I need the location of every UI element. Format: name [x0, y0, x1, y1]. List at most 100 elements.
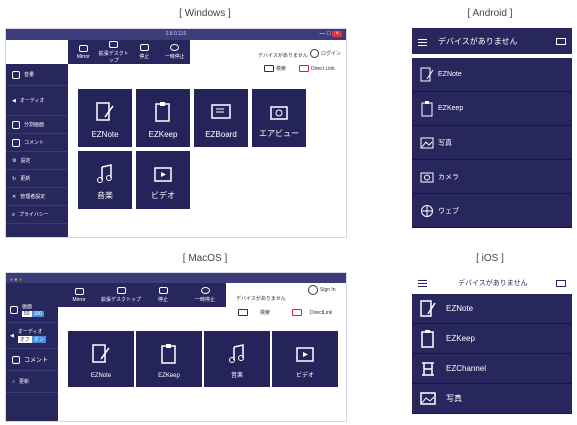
macos-toolbar: Mirror 拡張デスクトップ 停止 一時停止	[58, 283, 226, 307]
sidebar-item-update[interactable]: ○ 更新	[6, 371, 58, 393]
android-app-window: デバイスがありません EZNote EZKeep 写真 カメラ ウェブ	[412, 28, 572, 234]
list-item-label: EZKeep	[446, 334, 475, 343]
menu-icon[interactable]	[418, 37, 427, 48]
tile-music[interactable]: 音楽	[204, 331, 270, 387]
close-button[interactable]: ×	[332, 31, 342, 37]
sidebar-label: 設定	[20, 158, 31, 164]
list-item-label: 写真	[446, 394, 462, 403]
sidebar-item-volume[interactable]: 音量	[6, 64, 68, 86]
comment-icon	[12, 138, 20, 147]
volume-toggle[interactable]: 50 100	[22, 310, 44, 317]
video-icon	[154, 167, 172, 182]
pause-icon	[170, 44, 180, 51]
stop-button[interactable]: 停止	[142, 283, 184, 307]
search-button[interactable]: 検索	[264, 65, 286, 72]
tile-video[interactable]: ビデオ	[136, 151, 190, 209]
audio-toggle[interactable]: オフ オン	[17, 336, 46, 343]
toggle-option[interactable]: オン	[31, 336, 46, 343]
mirror-button[interactable]: Mirror	[58, 283, 100, 307]
tile-eznote[interactable]: EZNote	[68, 331, 134, 387]
list-item-label: EZNote	[438, 71, 462, 78]
sidebar-item-audio[interactable]: ◀ オーディオ オフ オン	[6, 323, 58, 349]
extend-desktop-icon	[109, 40, 119, 48]
tile-ezkeep[interactable]: EZKeep	[136, 331, 202, 387]
video-icon	[296, 347, 314, 362]
sidebar-item-admin[interactable]: ✕ 管理者設定	[6, 188, 68, 206]
ios-app-window: デバイスがありません EZNote EZKeep EZChannel 写真	[412, 272, 572, 422]
tile-eznote[interactable]: EZNote	[78, 89, 132, 147]
sidebar-item-screen[interactable]: 画面 50 100	[6, 297, 58, 323]
sidebar-label: オーディオ	[17, 329, 43, 335]
direct-link-label: DirectLink	[310, 309, 333, 316]
signin-label: Sign In	[320, 287, 336, 293]
stop-button[interactable]: 停止	[129, 40, 160, 64]
comment-icon	[12, 355, 20, 364]
windows-sidebar: 音量 ◀ オーディオ 分割画面 コメント ⚙ 設定 ↻ 更新 ✕ 管理者設定 ≡ プライバ…	[6, 64, 68, 237]
search-button[interactable]: 検索	[238, 309, 270, 316]
tile-airview[interactable]: エアビュー	[252, 89, 306, 147]
note-icon	[96, 102, 114, 121]
list-item-ezkeep[interactable]: EZKeep	[412, 92, 572, 126]
tile-video[interactable]: ビデオ	[272, 331, 338, 387]
signin-button[interactable]: Sign In	[308, 285, 336, 295]
caption-macos: [ MacOS ]	[182, 253, 228, 264]
direct-link-label: Direct Link	[311, 65, 335, 72]
caption-ios: [ iOS ]	[476, 253, 504, 264]
user-icon	[310, 49, 319, 58]
photo-icon	[420, 137, 434, 148]
window-controls: — □ ×	[320, 29, 342, 40]
android-header: デバイスがありません	[412, 28, 572, 54]
screen-icon[interactable]	[556, 37, 566, 45]
tile-label: EZBoard	[205, 130, 237, 139]
windows-app-window: 2.8.0.115 — □ × Mirror 拡張デスクトップ 停止 一時停止 …	[5, 28, 347, 238]
clipboard-icon	[421, 100, 433, 116]
note-icon	[420, 299, 436, 317]
sidebar-label: コメント	[24, 358, 49, 364]
sidebar-label: 分割画面	[24, 122, 45, 128]
list-item-photos[interactable]: 写真	[412, 384, 572, 414]
tile-ezboard[interactable]: EZBoard	[194, 89, 248, 147]
toggle-option[interactable]: オフ	[17, 336, 32, 343]
direct-link-button[interactable]: DirectLink	[292, 309, 332, 316]
extend-desktop-button[interactable]: 拡張デスクトップ	[100, 283, 142, 307]
sidebar-item-update[interactable]: ↻ 更新	[6, 170, 68, 188]
stop-icon	[158, 287, 168, 294]
extend-desktop-button[interactable]: 拡張デスクトップ	[99, 40, 130, 64]
list-item-photos[interactable]: 写真	[412, 126, 572, 160]
sidebar-item-split-screen[interactable]: 分割画面	[6, 116, 68, 134]
list-item-ezchannel[interactable]: EZChannel	[412, 354, 572, 384]
list-item-eznote[interactable]: EZNote	[412, 58, 572, 92]
sidebar-label: 画面	[22, 303, 33, 310]
sidebar-item-comment[interactable]: コメント	[6, 349, 58, 371]
refresh-icon: ○	[12, 378, 16, 385]
sidebar-item-privacy[interactable]: ≡ プライバシー	[6, 206, 68, 224]
toggle-option[interactable]: 50	[22, 310, 32, 317]
sidebar-item-comment[interactable]: コメント	[6, 134, 68, 152]
tile-label: 音楽	[230, 373, 243, 379]
tile-music[interactable]: 音楽	[78, 151, 132, 209]
minimize-button[interactable]: — □	[320, 31, 333, 37]
mirror-button[interactable]: Mirror	[68, 40, 99, 64]
menu-icon[interactable]	[418, 278, 427, 289]
note-icon	[92, 344, 110, 363]
tile-label: エアビュー	[259, 129, 299, 138]
login-button[interactable]: ログイン	[310, 49, 341, 58]
pause-label: 一時停止	[164, 54, 185, 60]
sidebar-item-audio[interactable]: ◀ オーディオ	[6, 86, 68, 116]
list-item-web[interactable]: ウェブ	[412, 194, 572, 228]
pause-button[interactable]: 一時停止	[184, 283, 226, 307]
macos-sidebar: 画面 50 100 ◀ オーディオ オフ オン コメント ○ 更新	[6, 283, 58, 421]
device-status: デバイスがありません	[236, 296, 286, 302]
note-icon	[420, 67, 434, 81]
list-item-label: カメラ	[438, 173, 459, 181]
toggle-option[interactable]: 100	[31, 310, 44, 317]
pause-button[interactable]: 一時停止	[160, 40, 191, 64]
list-item-ezkeep[interactable]: EZKeep	[412, 324, 572, 354]
list-item-eznote[interactable]: EZNote	[412, 294, 572, 324]
tile-ezkeep[interactable]: EZKeep	[136, 89, 190, 147]
direct-link-button[interactable]: Direct Link	[299, 65, 335, 72]
sidebar-item-settings[interactable]: ⚙ 設定	[6, 152, 68, 170]
list-item-camera[interactable]: カメラ	[412, 160, 572, 194]
tile-label: EZKeep	[158, 373, 180, 379]
screen-icon[interactable]	[556, 279, 566, 287]
